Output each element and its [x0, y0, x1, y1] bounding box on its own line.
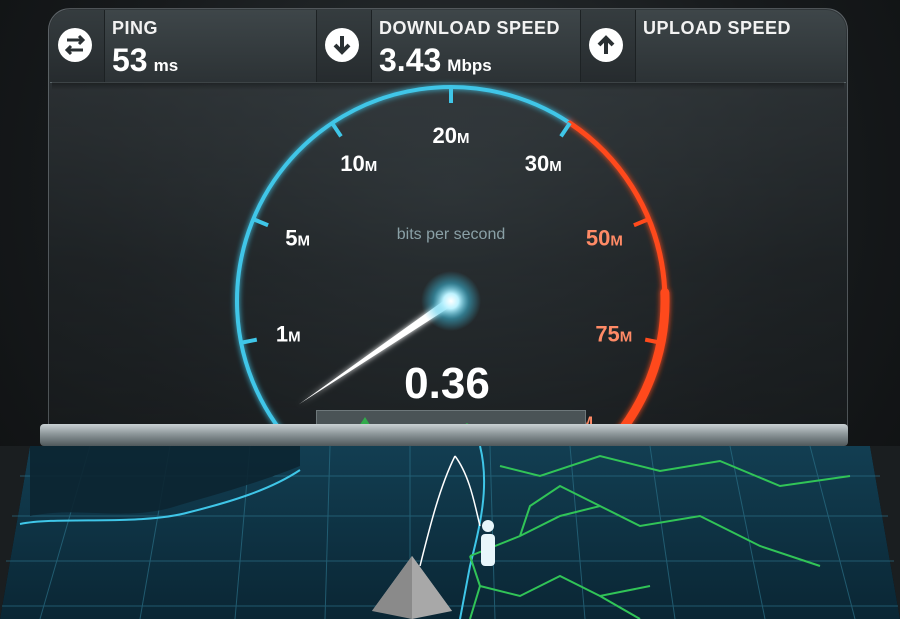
- gauge-tick: [240, 337, 258, 345]
- gauge-arc-hot: [567, 120, 668, 455]
- gauge-reading: 0.36: [404, 359, 490, 408]
- gauge-scale-label: 10M: [340, 151, 377, 176]
- gauge-caption: bits per second: [397, 226, 506, 243]
- panel-ledge: [40, 424, 848, 446]
- user-location-icon: [481, 520, 495, 566]
- gauge-hub: [421, 271, 481, 331]
- gauge-scale-label: 1M: [276, 321, 301, 346]
- map-board: [0, 446, 900, 619]
- gauge-scale-label: 20M: [433, 123, 470, 148]
- gauge-tick: [633, 217, 650, 228]
- gauge-scale-label: 50M: [586, 225, 623, 250]
- gauge-tick: [559, 121, 572, 138]
- gauge-scale-label: 5M: [285, 225, 310, 250]
- gauge-tick: [330, 121, 343, 138]
- gauge-tick: [252, 217, 269, 228]
- gauge-scale-label: 75M: [595, 321, 632, 346]
- gauge-scale-label: 30M: [525, 151, 562, 176]
